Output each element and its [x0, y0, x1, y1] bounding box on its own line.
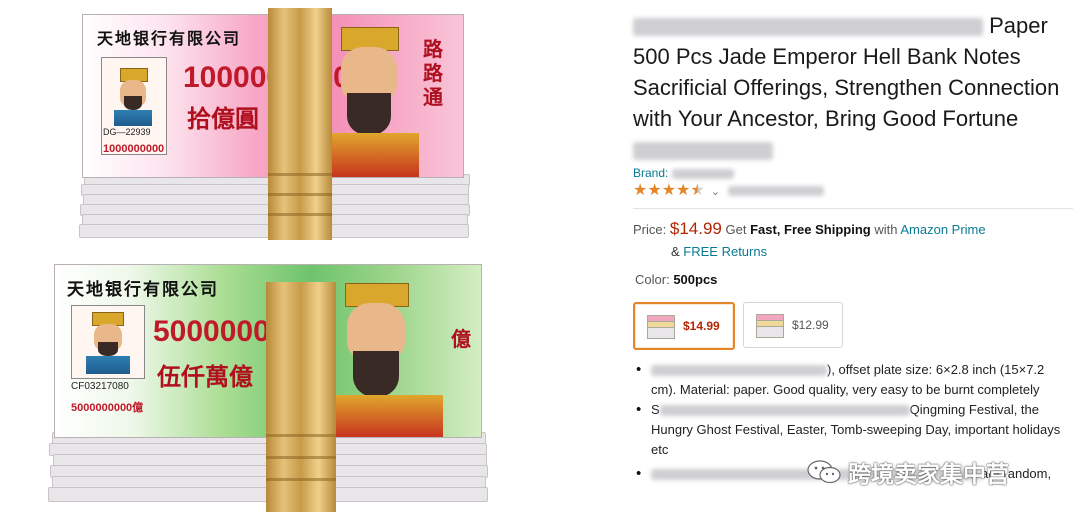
paper-band — [268, 8, 332, 240]
price-label: Price: — [633, 222, 667, 237]
watermark-text: 跨境卖家集中营 — [848, 462, 1009, 488]
redacted-text — [659, 405, 910, 417]
star-half-icon: ★ — [690, 182, 705, 199]
beard-icon — [124, 96, 142, 110]
wechat-logo-icon — [806, 459, 842, 485]
serial-number: CF03217080 — [71, 381, 129, 392]
free-returns-link[interactable]: FREE Returns — [683, 244, 767, 259]
beard-icon — [347, 93, 391, 135]
color-label: Color: — [635, 272, 670, 287]
robe-icon — [323, 395, 443, 437]
bank-name: 天地银行有限公司 — [67, 280, 219, 300]
swatch-option-selected[interactable]: $14.99 — [633, 302, 735, 350]
beard-icon — [353, 351, 399, 397]
serial-amount: 5000000000億 — [71, 402, 144, 414]
beard-icon — [98, 342, 118, 356]
top-note-stack: 天地银行有限公司 1000000000 拾億圓 DG—22939 1000000… — [78, 8, 470, 240]
bullet-prefix: S — [651, 402, 660, 417]
returns-prefix: & — [671, 244, 680, 259]
robe-icon — [86, 356, 130, 374]
returns-row: & FREE Returns — [671, 244, 767, 259]
list-item: ), offset plate size: 6×2.8 inch (15×7.2… — [633, 360, 1073, 400]
title-line1-tail: Paper — [989, 13, 1048, 38]
robe-icon — [321, 133, 419, 177]
serial-amount: 1000000000 — [103, 143, 165, 155]
list-item: SQingming Festival, the Hungry Ghost Fes… — [633, 400, 1073, 460]
star-full-icon: ★ — [647, 182, 662, 199]
star-full-icon: ★ — [661, 182, 677, 199]
shipping-mid: with — [874, 222, 898, 237]
paper-band — [266, 282, 336, 512]
price-row: Price: $14.99 Get Fast, Free Shipping wi… — [633, 219, 986, 239]
amazon-prime-link[interactable]: Amazon Prime — [900, 222, 985, 237]
swatch-price: $14.99 — [683, 319, 720, 333]
note-thumbnail-icon — [647, 315, 675, 339]
redacted-text — [633, 18, 983, 37]
note-thumbnail-icon — [756, 314, 784, 338]
swatch-price: $12.99 — [792, 318, 829, 332]
amount-chinese: 伍仟萬億 — [157, 362, 253, 391]
divider — [633, 208, 1073, 209]
watermark: 跨境卖家集中营 — [806, 455, 1009, 489]
small-portrait — [101, 57, 167, 155]
rating[interactable]: ★ ★ ★ ★ ★ ⌄ — [633, 182, 824, 200]
brand-row[interactable]: Brand: — [633, 166, 734, 180]
redacted-text — [651, 365, 827, 377]
bottom-note-stack: 天地银行有限公司 5000000000 伍仟萬億 CF03217080 5000… — [48, 262, 488, 512]
star-full-icon: ★ — [676, 182, 691, 199]
shipping-bold: Fast, Free Shipping — [750, 222, 871, 237]
redacted-text — [633, 142, 773, 161]
redacted-text — [727, 186, 824, 196]
color-value: 500pcs — [673, 272, 718, 287]
side-text: 路路通 — [423, 37, 443, 109]
robe-icon — [114, 110, 152, 126]
product-title: Paper 500 Pcs Jade Emperor Hell Bank Not… — [633, 10, 1073, 165]
color-row: Color: 500pcs — [635, 272, 717, 287]
bank-name: 天地银行有限公司 — [97, 29, 242, 48]
amount-chinese: 拾億圓 — [187, 104, 259, 133]
star-full-icon: ★ — [633, 182, 648, 199]
title-rest: 500 Pcs Jade Emperor Hell Bank Notes Sac… — [633, 44, 1060, 131]
serial-number: DG—22939 — [103, 127, 151, 137]
price-value: $14.99 — [669, 219, 722, 238]
swatch-option[interactable]: $12.99 — [743, 302, 843, 348]
redacted-text — [671, 168, 734, 179]
side-text: 億 — [451, 327, 471, 351]
small-portrait — [71, 305, 145, 379]
shipping-pre: Get — [725, 222, 747, 237]
product-image[interactable]: 天地银行有限公司 1000000000 拾億圓 DG—22939 1000000… — [0, 0, 600, 518]
brand-label: Brand: — [633, 166, 669, 180]
chevron-down-icon[interactable]: ⌄ — [711, 185, 720, 198]
